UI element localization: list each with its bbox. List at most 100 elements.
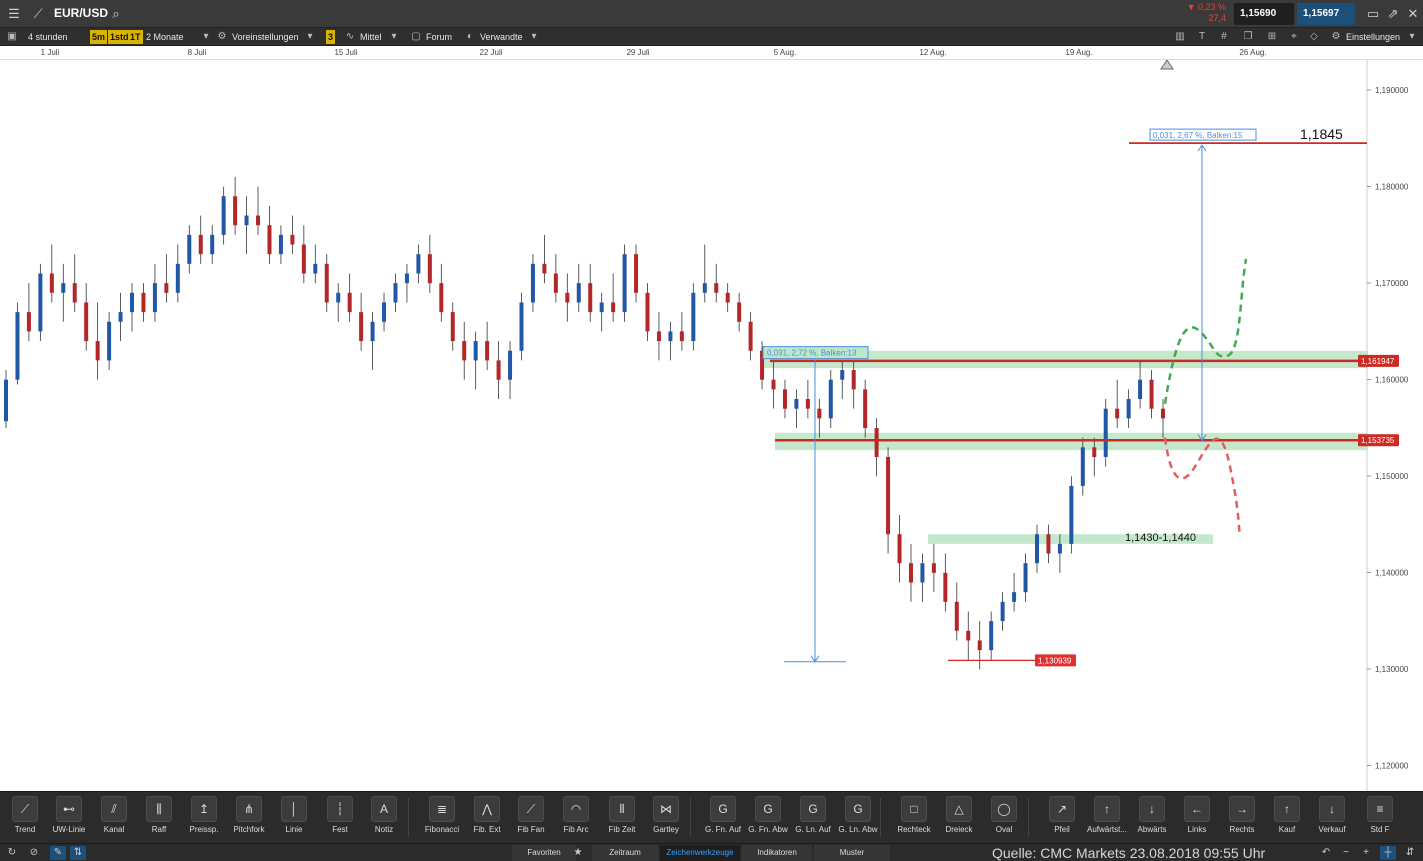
crosshair-toggle-icon[interactable]: ┼ <box>1380 846 1396 860</box>
candle-body <box>656 331 661 342</box>
tab-drawing-tools[interactable]: Zeichenwerkzeuge <box>660 845 740 861</box>
tool-fibonacci[interactable]: ≣ Fibonacci <box>420 796 464 842</box>
tool-fib-extension[interactable]: ⋀ Fib. Ext <box>465 796 509 842</box>
tool-rectangle[interactable]: □ Rechteck <box>892 796 936 842</box>
chart-canvas[interactable]: 1,190000 1,180000 1,170000 1,160000 1,150000… <box>0 60 1423 791</box>
candle-body <box>1161 408 1165 419</box>
magnet-icon[interactable]: ⇅ <box>70 846 86 860</box>
candle-body <box>496 360 501 380</box>
tool-gartley[interactable]: ⋈ Gartley <box>644 796 688 842</box>
settings-button[interactable]: Einstellungen <box>1346 30 1400 44</box>
chevron-down-icon[interactable]: ▾ <box>386 30 402 44</box>
price-tick-label: 1,130000 <box>1375 665 1409 674</box>
tool-gann-line-up[interactable]: G G. Ln. Auf <box>791 796 835 842</box>
triangle-icon: △ <box>946 796 972 822</box>
copy-icon[interactable]: ❐ <box>1240 30 1256 44</box>
candle-body <box>931 563 936 573</box>
presets-button[interactable]: Voreinstellungen <box>232 30 299 44</box>
undo-icon[interactable]: ↶ <box>1318 846 1334 860</box>
grid-icon[interactable]: # <box>1216 30 1232 44</box>
popout-icon[interactable]: ⇗ <box>1383 4 1403 24</box>
tool-price-range[interactable]: ↥ Preissp. <box>182 796 226 842</box>
tool-pitchfork[interactable]: ⋔ Pitchfork <box>227 796 271 842</box>
tool-triangle[interactable]: △ Dreieck <box>937 796 981 842</box>
related-button[interactable]: Verwandte <box>480 30 523 44</box>
status-bar: ↻ ⊘ ✎ ⇅ Favoriten ★ Zeitraum Zeichenwerk… <box>0 843 1423 861</box>
measure-label-top: 0,031, 2,67 %, Balken:15 <box>1153 131 1243 140</box>
chevron-down-icon[interactable]: ▾ <box>198 30 214 44</box>
tool-gann-line-down[interactable]: G G. Ln. Abw <box>836 796 880 842</box>
period-5m-button[interactable]: 5m <box>90 30 108 44</box>
candle-body <box>966 630 971 641</box>
tool-sell[interactable]: ↓ Verkauf <box>1310 796 1354 842</box>
tool-arrow[interactable]: ↗ Pfeil <box>1040 796 1084 842</box>
chevron-down-icon[interactable]: ▾ <box>526 30 542 44</box>
draw-icon[interactable]: ◇ <box>1306 30 1322 44</box>
crosshair-icon[interactable]: ⌖ <box>1286 30 1302 44</box>
tool-trend-line[interactable]: ⟋ Trend <box>3 796 47 842</box>
panel-toggle-icon[interactable]: ▣ <box>4 30 20 44</box>
tool-raff[interactable]: ⫼ Raff <box>137 796 181 842</box>
no-entry-icon[interactable]: ⊘ <box>26 846 42 860</box>
sell-price-button[interactable]: 1,15690 <box>1234 3 1294 25</box>
minimize-icon[interactable]: ▭ <box>1363 4 1383 24</box>
chevron-down-icon[interactable]: ▾ <box>302 30 318 44</box>
close-icon[interactable]: ✕ <box>1403 4 1423 24</box>
candle-body <box>4 379 8 422</box>
price-chart[interactable]: 1,190000 1,180000 1,170000 1,160000 1,150000… <box>0 60 1423 791</box>
tool-gann-fan-up[interactable]: G G. Fn. Auf <box>701 796 745 842</box>
tool-separator <box>408 798 409 836</box>
pen-icon[interactable]: ✎ <box>50 846 66 860</box>
candle-body <box>565 292 570 303</box>
tool-channel[interactable]: ⫽ Kanal <box>92 796 136 842</box>
bearish-scenario-curve <box>1163 437 1242 535</box>
tool-fib-time[interactable]: ⦀ Fib Zeit <box>600 796 644 842</box>
tab-favorites[interactable]: Favoriten <box>512 845 576 861</box>
zoom-in-icon[interactable]: + <box>1358 846 1374 860</box>
tool-oval[interactable]: ◯ Oval <box>982 796 1026 842</box>
tab-indicators[interactable]: Indikatoren <box>742 845 812 861</box>
menu-icon[interactable]: ☰ <box>4 4 24 24</box>
buy-price-button[interactable]: 1,15697 <box>1297 3 1355 25</box>
forum-button[interactable]: Forum <box>426 30 452 44</box>
layout-icon[interactable]: ▥ <box>1172 30 1188 44</box>
star-icon[interactable]: ★ <box>570 846 586 860</box>
tool-line[interactable]: │ Linie <box>272 796 316 842</box>
price-tick-label: 1,140000 <box>1375 569 1409 578</box>
chevron-down-icon[interactable]: ▾ <box>1404 30 1420 44</box>
refresh-icon[interactable]: ↻ <box>4 846 20 860</box>
zoom-icon[interactable]: ⊞ <box>1264 30 1280 44</box>
tool-buy[interactable]: ↑ Kauf <box>1265 796 1309 842</box>
tool-fib-arc[interactable]: ◠ Fib Arc <box>554 796 598 842</box>
tool-note[interactable]: A Notiz <box>362 796 406 842</box>
average-button[interactable]: Mittel <box>360 30 382 44</box>
candle-body <box>840 370 845 380</box>
tool-gann-fan-down[interactable]: G G. Fn. Abw <box>746 796 790 842</box>
instrument-symbol[interactable]: EUR/USD <box>54 6 108 20</box>
split-icon[interactable]: ⇵ <box>1402 846 1418 860</box>
drawing-tools-bar: ⟋ Trend ⊷ UW-Linie ⫽ Kanal ⫼ Raff ↥ Preissp. ⋔ Pitc… <box>0 791 1423 843</box>
search-icon[interactable]: ⌕ <box>106 4 126 24</box>
tab-patterns[interactable]: Muster <box>814 845 890 861</box>
tab-timeframe[interactable]: Zeitraum <box>592 845 658 861</box>
text-icon[interactable]: T <box>1194 30 1210 44</box>
chart-type-icon[interactable]: ⟋ <box>28 4 48 24</box>
tool-arrow-down[interactable]: ↓ Abwärts <box>1130 796 1174 842</box>
tool-arrow-right[interactable]: → Rechts <box>1220 796 1264 842</box>
tool-fib-fan[interactable]: ⟋ Fib Fan <box>509 796 553 842</box>
tool-arrow-left[interactable]: ← Links <box>1175 796 1219 842</box>
price-tick-label: 1,160000 <box>1375 376 1409 385</box>
tool-fixed-line[interactable]: ┆ Fest <box>318 796 362 842</box>
candle-body <box>15 312 20 380</box>
period-1t-button[interactable]: 1T <box>128 30 143 44</box>
tool-horizontal-line[interactable]: ⊷ UW-Linie <box>47 796 91 842</box>
zoom-out-icon[interactable]: − <box>1338 846 1354 860</box>
interval-select[interactable]: 4 stunden <box>28 30 68 44</box>
candle-body <box>622 254 627 313</box>
range-select[interactable]: 2 Monate <box>146 30 184 44</box>
candle-body <box>49 273 54 293</box>
tool-standard-format[interactable]: ≡ Std F <box>1358 796 1402 842</box>
fixed-line-icon: ┆ <box>327 796 353 822</box>
gear-icon[interactable]: ⚙ <box>1328 30 1344 44</box>
tool-arrow-up[interactable]: ↑ Aufwärtst... <box>1085 796 1129 842</box>
